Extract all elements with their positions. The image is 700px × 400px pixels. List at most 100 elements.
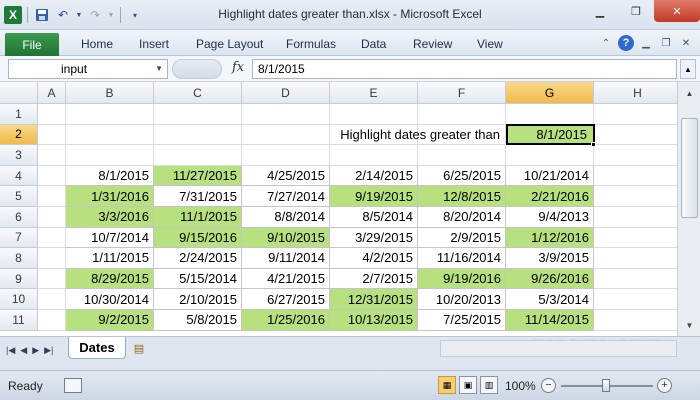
table-cell[interactable]: 5/15/2014 [154, 268, 242, 290]
row-header[interactable]: 1 [0, 104, 38, 125]
empty-cell[interactable] [594, 248, 682, 269]
row-header[interactable]: 8 [0, 248, 38, 269]
table-cell[interactable]: 1/11/2015 [66, 248, 154, 269]
insert-sheet-icon[interactable]: ▤ [130, 340, 148, 356]
page-layout-view-icon[interactable]: ▣ [459, 376, 477, 394]
table-cell[interactable]: 1/12/2016 [506, 227, 594, 249]
formula-input[interactable]: 8/1/2015 [252, 59, 677, 79]
empty-cell[interactable] [38, 248, 66, 269]
tab-page-layout[interactable]: Page Layout [196, 37, 263, 51]
table-cell[interactable]: 6/27/2015 [242, 289, 330, 310]
table-cell[interactable]: 11/27/2015 [154, 165, 242, 187]
empty-cell[interactable] [38, 268, 66, 290]
table-cell[interactable]: 4/25/2015 [242, 165, 330, 187]
table-cell[interactable]: 2/24/2015 [154, 248, 242, 269]
page-break-view-icon[interactable]: ▥ [480, 376, 498, 394]
tab-data[interactable]: Data [361, 37, 386, 51]
table-cell[interactable]: 8/20/2014 [418, 207, 506, 228]
empty-cell[interactable] [154, 145, 242, 166]
empty-cell[interactable] [38, 104, 66, 125]
table-cell[interactable]: 8/5/2014 [330, 207, 418, 228]
empty-cell[interactable] [594, 310, 682, 331]
table-cell[interactable]: 10/21/2014 [506, 165, 594, 187]
table-cell[interactable]: 7/25/2015 [418, 310, 506, 331]
tab-view[interactable]: View [477, 37, 503, 51]
tab-review[interactable]: Review [413, 37, 452, 51]
table-cell[interactable]: 10/20/2013 [418, 289, 506, 310]
last-sheet-icon[interactable]: ▶| [44, 345, 53, 356]
table-cell[interactable]: 9/10/2015 [242, 227, 330, 249]
empty-cell[interactable] [38, 310, 66, 331]
row-header[interactable]: 4 [0, 165, 38, 187]
table-cell[interactable]: 1/25/2016 [242, 310, 330, 331]
table-cell[interactable]: 5/3/2014 [506, 289, 594, 310]
scroll-down-icon[interactable]: ▼ [681, 317, 698, 333]
table-cell[interactable]: 2/21/2016 [506, 186, 594, 207]
first-sheet-icon[interactable]: |◀ [6, 345, 15, 356]
empty-cell[interactable] [594, 124, 682, 146]
table-cell[interactable]: 11/1/2015 [154, 207, 242, 228]
empty-cell[interactable] [594, 227, 682, 249]
column-header[interactable]: F [418, 82, 506, 104]
table-cell[interactable]: 9/19/2015 [330, 186, 418, 207]
row-header[interactable]: 6 [0, 207, 38, 228]
table-cell[interactable]: 6/25/2015 [418, 165, 506, 187]
vertical-scrollbar[interactable]: ▲ ▼ [677, 82, 700, 336]
table-cell[interactable]: 2/7/2015 [330, 268, 418, 290]
table-cell[interactable]: 5/8/2015 [154, 310, 242, 331]
workbook-minimize-icon[interactable]: ▁ [638, 35, 654, 51]
empty-cell[interactable] [66, 104, 154, 125]
normal-view-icon[interactable]: ▦ [438, 376, 456, 394]
next-sheet-icon[interactable]: ▶ [32, 345, 39, 356]
empty-cell[interactable] [330, 104, 418, 125]
row-header[interactable]: 10 [0, 289, 38, 310]
sheet-tab-dates[interactable]: Dates [68, 337, 126, 359]
empty-cell[interactable] [242, 145, 330, 166]
row-header[interactable]: 5 [0, 186, 38, 207]
empty-cell[interactable] [506, 145, 594, 166]
minimize-ribbon-icon[interactable]: ⌃ [598, 35, 614, 51]
empty-cell[interactable] [38, 145, 66, 166]
table-cell[interactable]: 3/9/2015 [506, 248, 594, 269]
table-cell[interactable]: 2/10/2015 [154, 289, 242, 310]
table-cell[interactable]: 9/2/2015 [66, 310, 154, 331]
empty-cell[interactable] [38, 289, 66, 310]
empty-cell[interactable] [242, 104, 330, 125]
table-cell[interactable]: 9/26/2016 [506, 268, 594, 290]
empty-cell[interactable] [66, 145, 154, 166]
worksheet-grid[interactable]: A B C D E F G H 1 2 3 4 5 6 7 8 9 10 11 Highlight dates gre… [0, 82, 682, 336]
table-cell[interactable]: 3/29/2015 [330, 227, 418, 249]
empty-cell[interactable] [594, 268, 682, 290]
table-cell[interactable]: 12/31/2015 [330, 289, 418, 310]
prev-sheet-icon[interactable]: ◀ [20, 345, 27, 356]
expand-formula-bar-icon[interactable]: ▲ [680, 59, 696, 79]
empty-cell[interactable] [594, 207, 682, 228]
column-header[interactable]: B [66, 82, 154, 104]
select-all-corner[interactable] [0, 82, 38, 104]
table-cell[interactable]: 4/21/2015 [242, 268, 330, 290]
empty-cell[interactable] [594, 165, 682, 187]
empty-cell[interactable] [38, 227, 66, 249]
empty-cell[interactable] [594, 289, 682, 310]
table-cell[interactable]: 3/3/2016 [66, 207, 154, 228]
horizontal-scrollbar[interactable] [440, 340, 677, 357]
table-cell[interactable]: 7/31/2015 [154, 186, 242, 207]
tab-file[interactable]: File [5, 33, 59, 56]
column-header[interactable]: A [38, 82, 66, 104]
column-header[interactable]: E [330, 82, 418, 104]
table-cell[interactable]: 9/19/2016 [418, 268, 506, 290]
name-box[interactable]: input ▼ [8, 59, 168, 79]
table-cell[interactable]: 4/2/2015 [330, 248, 418, 269]
scroll-up-icon[interactable]: ▲ [681, 85, 698, 101]
tab-insert[interactable]: Insert [139, 37, 169, 51]
table-cell[interactable]: 10/30/2014 [66, 289, 154, 310]
zoom-in-icon[interactable]: + [657, 378, 672, 393]
formula-bar-grip[interactable] [172, 59, 222, 79]
workbook-close-icon[interactable]: ✕ [678, 35, 694, 51]
close-icon[interactable]: ✕ [654, 0, 700, 22]
table-cell[interactable]: 8/1/2015 [66, 165, 154, 187]
empty-cell[interactable] [506, 104, 594, 125]
table-cell[interactable]: 8/29/2015 [66, 268, 154, 290]
empty-cell[interactable] [594, 104, 682, 125]
empty-cell[interactable] [38, 124, 66, 146]
